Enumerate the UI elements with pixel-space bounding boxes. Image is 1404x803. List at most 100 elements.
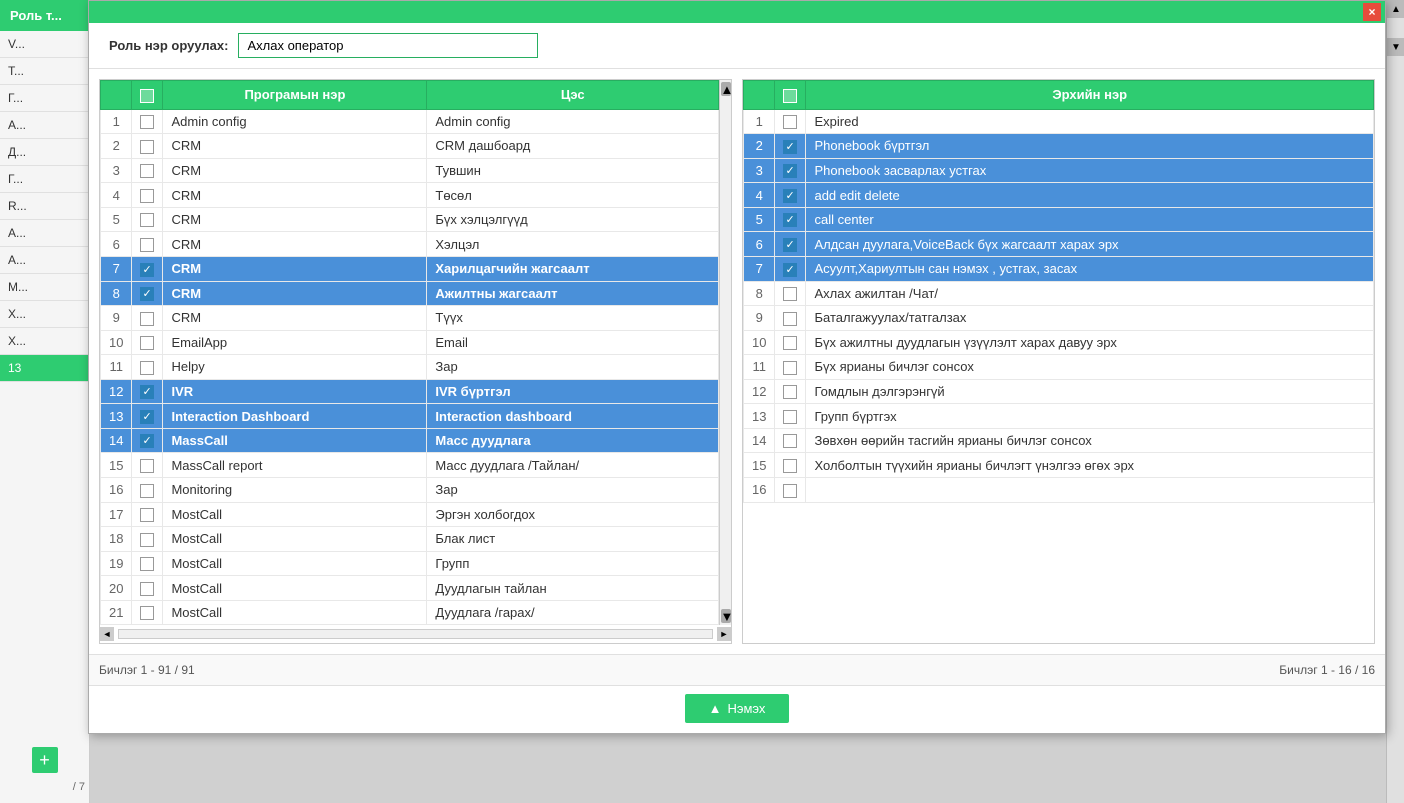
right-row-checkbox[interactable]: [775, 355, 806, 380]
sidebar-item-10[interactable]: М...: [0, 274, 89, 301]
sidebar-item-9[interactable]: А...: [0, 247, 89, 274]
left-table-row[interactable]: 11HelpyЗар: [101, 355, 719, 380]
sidebar-item-11[interactable]: Х...: [0, 301, 89, 328]
left-row-checkbox[interactable]: [132, 502, 163, 527]
scroll-down-btn[interactable]: ▼: [1387, 38, 1404, 56]
left-row-checkbox[interactable]: [132, 183, 163, 208]
left-table-row[interactable]: 16MonitoringЗар: [101, 478, 719, 503]
right-row-checkbox[interactable]: [775, 379, 806, 404]
left-table-row[interactable]: 8CRMАжилтны жагсаалт: [101, 281, 719, 306]
left-row-checkbox[interactable]: [132, 379, 163, 404]
right-table-row[interactable]: 13Групп бүртгэх: [744, 404, 1374, 429]
right-row-checkbox[interactable]: [775, 232, 806, 257]
left-row-checkbox[interactable]: [132, 134, 163, 159]
sidebar-item-13[interactable]: 13: [0, 355, 89, 382]
right-row-checkbox[interactable]: [775, 109, 806, 134]
right-scrollbar[interactable]: ▲ ▼: [1386, 0, 1404, 803]
left-h-scroll[interactable]: ◄ ►: [100, 625, 731, 643]
right-row-checkbox[interactable]: [775, 183, 806, 208]
left-table-row[interactable]: 1Admin configAdmin config: [101, 109, 719, 134]
right-header-check[interactable]: [775, 81, 806, 110]
left-row-checkbox[interactable]: [132, 256, 163, 281]
scroll-up-btn[interactable]: ▲: [1387, 0, 1404, 18]
left-row-checkbox[interactable]: [132, 207, 163, 232]
right-table-row[interactable]: 11Бүх ярианы бичлэг сонсох: [744, 355, 1374, 380]
left-row-checkbox[interactable]: [132, 281, 163, 306]
right-table-row[interactable]: 5call center: [744, 207, 1374, 232]
right-row-checkbox[interactable]: [775, 306, 806, 331]
right-table-row[interactable]: 7Асуулт,Хариултын сан нэмэх , устгах, за…: [744, 256, 1374, 281]
right-row-checkbox[interactable]: [775, 404, 806, 429]
left-row-checkbox[interactable]: [132, 453, 163, 478]
left-h-scroll-left[interactable]: ◄: [100, 627, 114, 641]
left-table-row[interactable]: 10EmailAppEmail: [101, 330, 719, 355]
left-row-checkbox[interactable]: [132, 428, 163, 453]
left-table-row[interactable]: 6CRMХэлцэл: [101, 232, 719, 257]
left-table-row[interactable]: 2CRMCRM дашбоард: [101, 134, 719, 159]
sidebar-item-2[interactable]: T...: [0, 58, 89, 85]
left-table-row[interactable]: 20MostCallДуудлагын тайлан: [101, 576, 719, 601]
left-row-checkbox[interactable]: [132, 576, 163, 601]
right-row-checkbox[interactable]: [775, 428, 806, 453]
sidebar-item-7[interactable]: R...: [0, 193, 89, 220]
left-header-check[interactable]: [132, 81, 163, 110]
right-row-checkbox[interactable]: [775, 281, 806, 306]
sidebar-item-3[interactable]: Г...: [0, 85, 89, 112]
left-select-all-checkbox[interactable]: [140, 89, 154, 103]
left-row-checkbox[interactable]: [132, 478, 163, 503]
left-table-row[interactable]: 12IVRIVR бүртгэл: [101, 379, 719, 404]
left-table-row[interactable]: 14MassCallМасс дуудлага: [101, 428, 719, 453]
right-table-row[interactable]: 15Холболтын түүхийн ярианы бичлэгт үнэлг…: [744, 453, 1374, 478]
sidebar-item-5[interactable]: Д...: [0, 139, 89, 166]
right-table-row[interactable]: 1Expired: [744, 109, 1374, 134]
left-table-row[interactable]: 19MostCallГрупп: [101, 551, 719, 576]
left-row-checkbox[interactable]: [132, 158, 163, 183]
sidebar-item-8[interactable]: А...: [0, 220, 89, 247]
right-row-checkbox[interactable]: [775, 158, 806, 183]
right-table-row[interactable]: 3Phonebook засварлах устгах: [744, 158, 1374, 183]
right-select-all-checkbox[interactable]: [783, 89, 797, 103]
left-row-checkbox[interactable]: [132, 355, 163, 380]
left-row-checkbox[interactable]: [132, 306, 163, 331]
right-row-checkbox[interactable]: [775, 330, 806, 355]
left-row-checkbox[interactable]: [132, 527, 163, 552]
right-table-row[interactable]: 14Зөвхөн өөрийн тасгийн ярианы бичлэг со…: [744, 428, 1374, 453]
left-row-checkbox[interactable]: [132, 600, 163, 625]
right-table-row[interactable]: 10Бүх ажилтны дуудлагын үзүүлэлт харах д…: [744, 330, 1374, 355]
add-button[interactable]: ▲ Нэмэх: [685, 694, 790, 723]
left-scroll-down[interactable]: ▼: [721, 609, 731, 623]
left-row-checkbox[interactable]: [132, 232, 163, 257]
right-row-checkbox[interactable]: [775, 478, 806, 503]
left-table-row[interactable]: 7CRMХарилцагчийн жагсаалт: [101, 256, 719, 281]
role-name-input[interactable]: [238, 33, 538, 58]
left-table-row[interactable]: 13Interaction DashboardInteraction dashb…: [101, 404, 719, 429]
right-table-row[interactable]: 6Алдсан дуулага,VoiceBack бүх жагсаалт х…: [744, 232, 1374, 257]
right-row-checkbox[interactable]: [775, 134, 806, 159]
add-sidebar-button[interactable]: +: [32, 747, 58, 773]
right-table-row[interactable]: 4add edit delete: [744, 183, 1374, 208]
left-table-row[interactable]: 17MostCallЭргэн холбогдох: [101, 502, 719, 527]
right-row-checkbox[interactable]: [775, 453, 806, 478]
right-table-row[interactable]: 2Phonebook бүртгэл: [744, 134, 1374, 159]
right-row-checkbox[interactable]: [775, 256, 806, 281]
left-table-row[interactable]: 3CRMТувшин: [101, 158, 719, 183]
left-table-row[interactable]: 9CRMТүүх: [101, 306, 719, 331]
left-table-row[interactable]: 4CRMТөсөл: [101, 183, 719, 208]
left-table-row[interactable]: 5CRMБүх хэлцэлгүүд: [101, 207, 719, 232]
left-row-checkbox[interactable]: [132, 404, 163, 429]
left-table-row[interactable]: 18MostCallБлак лист: [101, 527, 719, 552]
right-table-row[interactable]: 16: [744, 478, 1374, 503]
left-row-checkbox[interactable]: [132, 330, 163, 355]
left-row-checkbox[interactable]: [132, 109, 163, 134]
right-table-row[interactable]: 8Ахлах ажилтан /Чат/: [744, 281, 1374, 306]
left-table-scrollbar[interactable]: ▲ ▼: [719, 80, 731, 625]
modal-close-button[interactable]: ×: [1363, 3, 1381, 21]
right-row-checkbox[interactable]: [775, 207, 806, 232]
right-table-row[interactable]: 12Гомдлын дэлгэрэнгүй: [744, 379, 1374, 404]
left-h-scrollbar[interactable]: [118, 629, 713, 639]
left-table-row[interactable]: 21MostCallДуудлага /гарах/: [101, 600, 719, 625]
sidebar-item-6[interactable]: Г...: [0, 166, 89, 193]
left-scroll-up[interactable]: ▲: [721, 82, 731, 96]
sidebar-item-12[interactable]: Х...: [0, 328, 89, 355]
left-table-row[interactable]: 15MassCall reportМасс дуудлага /Тайлан/: [101, 453, 719, 478]
